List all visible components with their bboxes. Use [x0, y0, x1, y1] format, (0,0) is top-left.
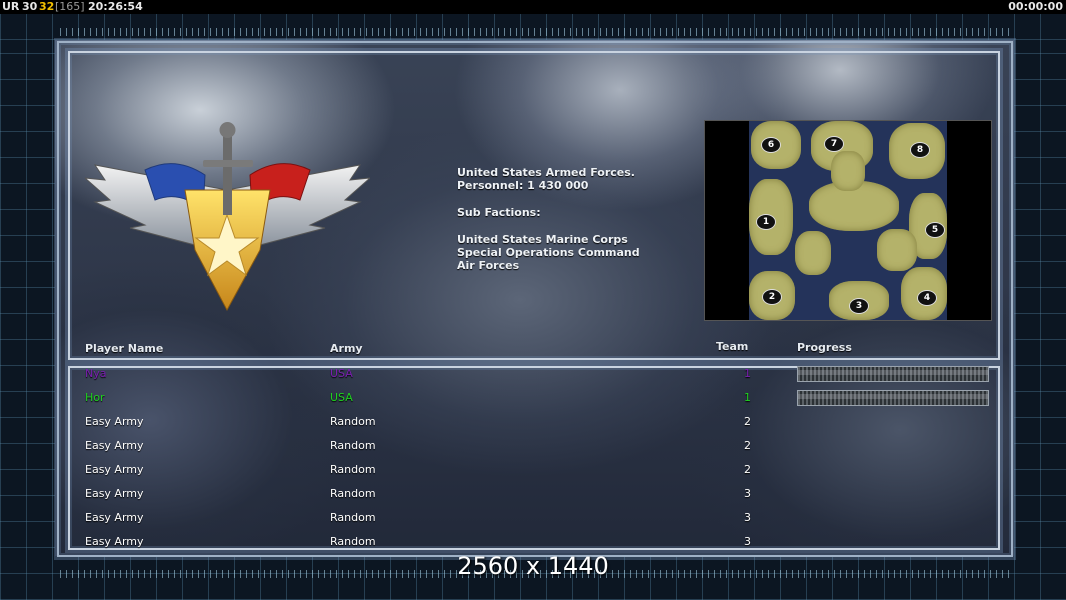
player-row[interactable]: Easy Army Random 2	[0, 439, 1066, 457]
faction-description: United States Armed Forces. Personnel: 1…	[457, 166, 640, 272]
sub-faction-item: Air Forces	[457, 259, 520, 272]
sub-factions-title: Sub Factions:	[457, 206, 541, 219]
column-header-army: Army	[330, 342, 363, 355]
status-fps: 30	[22, 0, 38, 13]
player-team: 3	[744, 487, 751, 500]
player-name: Easy Army	[85, 439, 144, 452]
status-bracket: [165]	[55, 0, 85, 13]
status-bar: UR 30 32 [165] 20:26:54 00:00:00	[0, 0, 1066, 14]
player-team: 3	[744, 535, 751, 548]
player-army: USA	[330, 367, 353, 380]
ruler-top	[60, 28, 1010, 36]
player-row[interactable]: Easy Army Random 3	[0, 487, 1066, 505]
player-army: Random	[330, 439, 376, 452]
status-label: UR	[2, 0, 20, 13]
player-team: 2	[744, 439, 751, 452]
faction-emblem-icon	[85, 122, 370, 312]
player-army: Random	[330, 463, 376, 476]
status-clock: 20:26:54	[88, 0, 143, 13]
player-army: Random	[330, 415, 376, 428]
player-name: Easy Army	[85, 511, 144, 524]
player-row[interactable]: Easy Army Random 2	[0, 415, 1066, 433]
column-header-player-name: Player Name	[85, 342, 164, 355]
hud-grid-top	[0, 14, 1066, 40]
player-name: Easy Army	[85, 487, 144, 500]
faction-personnel: Personnel: 1 430 000	[457, 179, 589, 192]
start-position-marker[interactable]: 5	[925, 222, 945, 238]
player-army: USA	[330, 391, 353, 404]
player-row[interactable]: Easy Army Random 2	[0, 463, 1066, 481]
resolution-caption: 2560 x 1440	[457, 552, 609, 580]
player-army: Random	[330, 487, 376, 500]
start-position-marker[interactable]: 4	[917, 290, 937, 306]
player-row[interactable]: Hor USA 1	[0, 390, 1066, 409]
loading-progress-bar	[797, 366, 989, 382]
player-name: Hor	[85, 391, 105, 404]
column-header-progress: Progress	[797, 341, 852, 354]
start-position-marker[interactable]: 1	[756, 214, 776, 230]
faction-name: United States Armed Forces.	[457, 166, 635, 179]
minimap[interactable]: 6 7 8 1 5 2 3 4	[704, 120, 992, 321]
player-name: Easy Army	[85, 415, 144, 428]
player-team: 1	[744, 367, 751, 380]
start-position-marker[interactable]: 2	[762, 289, 782, 305]
player-name: Easy Army	[85, 535, 144, 548]
player-team: 1	[744, 391, 751, 404]
player-name: Nya	[85, 367, 107, 380]
player-row[interactable]: Nya USA 1	[0, 366, 1066, 385]
start-position-marker[interactable]: 3	[849, 298, 869, 314]
status-timer: 00:00:00	[1008, 0, 1063, 13]
sub-faction-item: Special Operations Command	[457, 246, 640, 259]
player-row[interactable]: Easy Army Random 3	[0, 535, 1066, 553]
player-name: Easy Army	[85, 463, 144, 476]
player-row[interactable]: Easy Army Random 3	[0, 511, 1066, 529]
start-position-marker[interactable]: 8	[910, 142, 930, 158]
player-army: Random	[330, 511, 376, 524]
sub-faction-item: United States Marine Corps	[457, 233, 628, 246]
player-team: 2	[744, 463, 751, 476]
player-army: Random	[330, 535, 376, 548]
start-position-marker[interactable]: 7	[824, 136, 844, 152]
status-count: 32	[39, 0, 55, 13]
column-header-team: Team	[716, 340, 749, 353]
start-position-marker[interactable]: 6	[761, 137, 781, 153]
player-team: 3	[744, 511, 751, 524]
loading-progress-bar	[797, 390, 989, 406]
player-team: 2	[744, 415, 751, 428]
